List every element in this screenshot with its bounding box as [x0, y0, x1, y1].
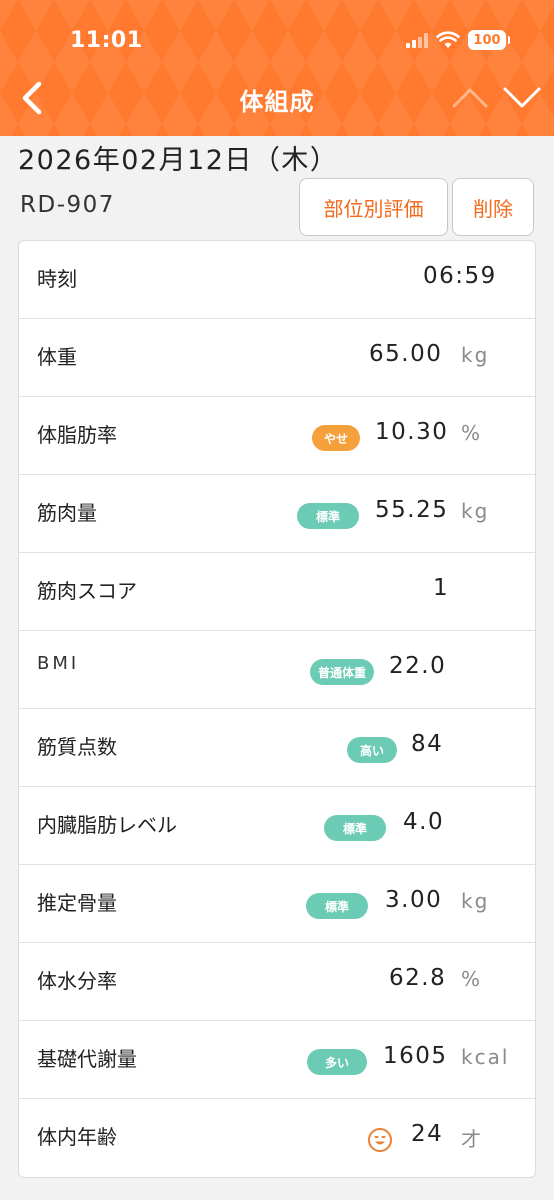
status-badge: やせ	[312, 425, 360, 451]
row-value: 06:59	[423, 263, 497, 289]
row-label: 筋肉量	[37, 501, 97, 525]
row-value: 24	[411, 1121, 444, 1147]
row-weight: 体重 65.00 kg	[19, 319, 535, 397]
row-unit: kcal	[461, 1045, 510, 1069]
row-label: 体水分率	[37, 969, 117, 993]
status-badge: 標準	[324, 815, 386, 841]
row-label: 体重	[37, 345, 77, 369]
row-label: 筋肉スコア	[37, 579, 137, 603]
row-muscle-quality: 筋質点数 高い 84	[19, 709, 535, 787]
smiley-face-icon	[368, 1128, 392, 1152]
row-value: 62.8	[389, 965, 447, 991]
row-label: 基礎代謝量	[37, 1047, 137, 1071]
row-unit: 才	[461, 1127, 483, 1151]
status-badge: 高い	[347, 737, 397, 763]
row-time: 時刻 06:59	[19, 241, 535, 319]
row-muscle-mass: 筋肉量 標準 55.25 kg	[19, 475, 535, 553]
row-unit: %	[461, 421, 483, 445]
row-label: BMI	[37, 653, 80, 674]
row-basal-metabolism: 基礎代謝量 多い 1605 kcal	[19, 1021, 535, 1099]
row-label: 内臓脂肪レベル	[37, 813, 177, 837]
row-value: 10.30	[375, 419, 449, 445]
wifi-icon	[436, 31, 460, 48]
chevron-down-icon[interactable]	[500, 82, 544, 112]
row-value: 22.0	[389, 653, 447, 679]
status-time: 11:01	[70, 28, 143, 53]
measurement-date: 2026年02月12日（木）	[18, 145, 339, 176]
row-unit: kg	[461, 499, 490, 523]
row-label: 体内年齢	[37, 1125, 117, 1149]
chevron-up-icon[interactable]	[450, 82, 490, 112]
status-badge: 標準	[306, 893, 368, 919]
region-evaluation-button[interactable]: 部位別評価	[299, 178, 448, 236]
row-muscle-score: 筋肉スコア 1	[19, 553, 535, 631]
row-bone-mass: 推定骨量 標準 3.00 kg	[19, 865, 535, 943]
app-header: 11:01 100 体組成	[0, 0, 554, 136]
row-body-fat: 体脂肪率 やせ 10.30 %	[19, 397, 535, 475]
row-value: 84	[411, 731, 444, 757]
row-value: 55.25	[375, 497, 449, 523]
row-label: 推定骨量	[37, 891, 117, 915]
row-value: 1	[433, 575, 450, 601]
row-value: 65.00	[369, 341, 443, 367]
row-label: 体脂肪率	[37, 423, 117, 447]
status-icons: 100	[406, 30, 510, 50]
status-badge: 普通体重	[310, 659, 374, 685]
measurement-list: 時刻 06:59 体重 65.00 kg 体脂肪率 やせ 10.30 % 筋肉量…	[18, 240, 536, 1178]
row-value: 3.00	[385, 887, 443, 913]
delete-button[interactable]: 削除	[452, 178, 534, 236]
row-value: 4.0	[403, 809, 445, 835]
status-badge: 多い	[307, 1049, 367, 1075]
device-model: RD-907	[20, 192, 115, 218]
cellular-signal-icon	[406, 32, 428, 48]
row-bmi: BMI 普通体重 22.0	[19, 631, 535, 709]
status-badge: 標準	[297, 503, 359, 529]
row-visceral-fat: 内臓脂肪レベル 標準 4.0	[19, 787, 535, 865]
row-label: 時刻	[37, 267, 77, 291]
row-body-water: 体水分率 62.8 %	[19, 943, 535, 1021]
battery-icon: 100	[468, 30, 510, 50]
row-body-age: 体内年齢 24 才	[19, 1099, 535, 1177]
row-unit: kg	[461, 343, 490, 367]
row-label: 筋質点数	[37, 735, 117, 759]
row-unit: kg	[461, 889, 490, 913]
row-unit: %	[461, 967, 483, 991]
row-value: 1605	[383, 1043, 448, 1069]
